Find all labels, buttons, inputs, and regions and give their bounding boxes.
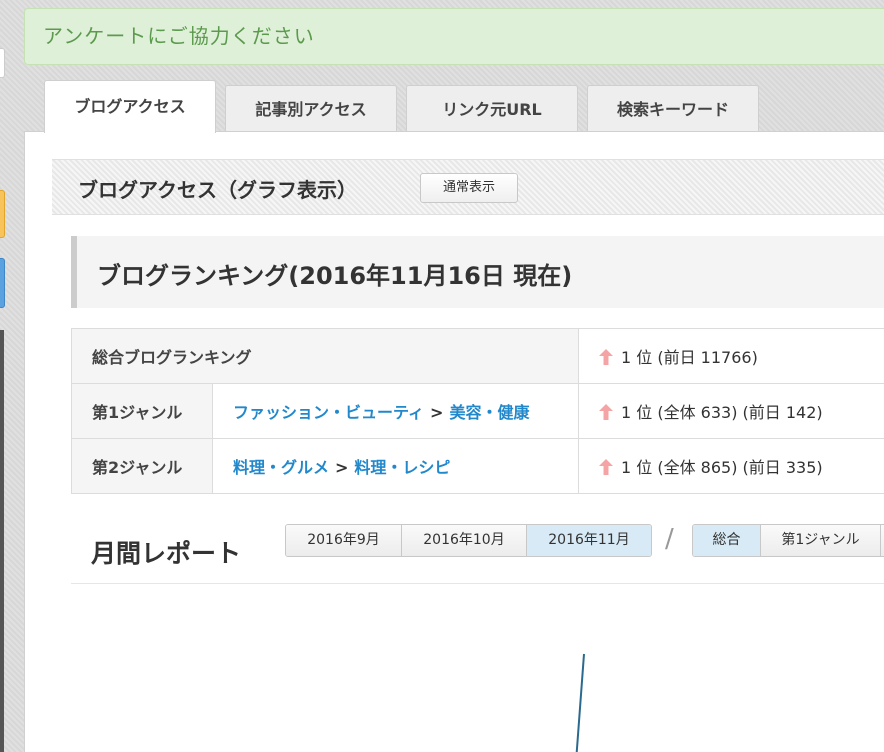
tab-blog-access[interactable]: ブログアクセス	[44, 80, 216, 133]
normal-view-button[interactable]: 通常表示	[420, 173, 518, 203]
tab-referrer-url[interactable]: リンク元URL	[406, 85, 578, 132]
type-button-overall[interactable]: 総合	[693, 525, 761, 556]
type-button-genre1[interactable]: 第1ジャンル	[761, 525, 881, 556]
breadcrumb-separator: >	[430, 403, 444, 422]
month-button-sep[interactable]: 2016年9月	[286, 525, 402, 556]
sidebar-edge-orange[interactable]	[0, 190, 5, 238]
sidebar-edge-dark	[0, 330, 4, 752]
rank-text: 1 位 (全体 633) (前日 142)	[621, 403, 823, 422]
breadcrumb-separator: >	[335, 458, 349, 477]
overall-ranking-label: 総合ブログランキング	[71, 328, 579, 384]
selector-divider: /	[665, 524, 674, 554]
rank-text: 1 位 (全体 865) (前日 335)	[621, 458, 823, 477]
up-arrow-icon	[599, 348, 613, 365]
tab-search-keyword[interactable]: 検索キーワード	[587, 85, 759, 132]
month-button-nov[interactable]: 2016年11月	[527, 525, 651, 556]
section-title: ブログアクセス（グラフ表示）	[78, 178, 357, 202]
sidebar-edge-blue[interactable]	[0, 258, 5, 308]
overall-ranking-value: 1 位 (前日 11766)	[578, 328, 884, 384]
table-row: 第1ジャンル ファッション・ビューティ > 美容・健康 1 位 (全体 633) (…	[71, 383, 884, 439]
genre2-link[interactable]: 料理・グルメ	[233, 458, 329, 477]
up-arrow-icon	[599, 458, 613, 475]
genre2-ranking-value: 1 位 (全体 865) (前日 335)	[578, 438, 884, 494]
rank-text: 1 位 (前日 11766)	[621, 348, 758, 367]
chart-series-line	[575, 653, 585, 752]
sidebar-edge-white	[0, 48, 5, 78]
table-row: 第2ジャンル 料理・グルメ > 料理・レシピ 1 位 (全体 865) (前日 33…	[71, 438, 884, 494]
genre1-label: 第1ジャンル	[71, 383, 213, 439]
genre2-label: 第2ジャンル	[71, 438, 213, 494]
genre1-ranking-value: 1 位 (全体 633) (前日 142)	[578, 383, 884, 439]
monthly-report-title: 月間レポート	[91, 539, 242, 568]
ranking-table: 総合ブログランキング 1 位 (前日 11766) 第1ジャンル ファッション・…	[71, 328, 884, 494]
survey-notice-text: アンケートにご協力ください	[43, 24, 315, 48]
genre1-link[interactable]: ファッション・ビューティ	[233, 403, 424, 422]
survey-notice[interactable]: アンケートにご協力ください	[24, 8, 884, 65]
genre1-subgenre-link[interactable]: 美容・健康	[449, 403, 529, 422]
genre2-path: 料理・グルメ > 料理・レシピ	[212, 438, 579, 494]
section-header: ブログアクセス（グラフ表示） 通常表示	[52, 159, 884, 215]
month-selector: 2016年9月 2016年10月 2016年11月	[285, 524, 652, 557]
table-row: 総合ブログランキング 1 位 (前日 11766)	[71, 328, 884, 384]
ranking-header: ブログランキング(2016年11月16日 現在)	[71, 236, 884, 308]
monthly-chart-line	[575, 653, 585, 752]
report-divider	[71, 583, 884, 584]
genre2-subgenre-link[interactable]: 料理・レシピ	[354, 458, 450, 477]
genre1-path: ファッション・ビューティ > 美容・健康	[212, 383, 579, 439]
ranking-title: ブログランキング(2016年11月16日 現在)	[97, 262, 573, 290]
ranking-type-selector: 総合 第1ジャンル	[692, 524, 884, 557]
up-arrow-icon	[599, 403, 613, 420]
main-panel: ブログアクセス（グラフ表示） 通常表示 ブログランキング(2016年11月16日…	[24, 131, 884, 752]
month-button-oct[interactable]: 2016年10月	[402, 525, 527, 556]
tab-article-access[interactable]: 記事別アクセス	[225, 85, 397, 132]
